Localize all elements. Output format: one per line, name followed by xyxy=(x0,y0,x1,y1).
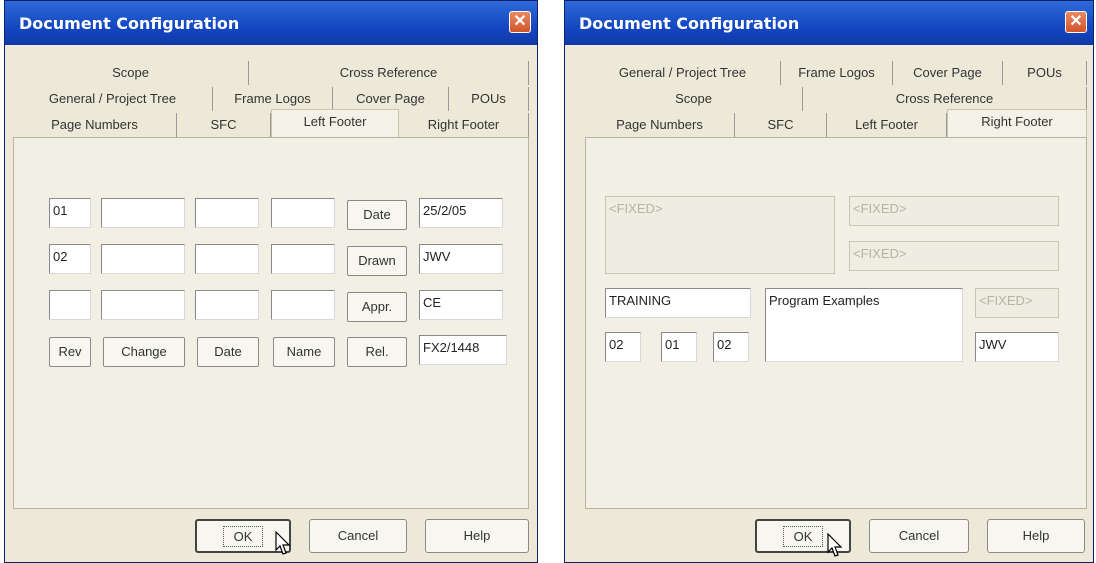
date-button[interactable]: Date xyxy=(347,200,407,230)
ok-label: OK xyxy=(782,526,824,547)
change-field-3[interactable] xyxy=(101,290,185,320)
dialog-title: Document Configuration xyxy=(579,14,800,33)
change-button[interactable]: Change xyxy=(103,337,185,367)
mouse-pointer-icon xyxy=(827,533,843,557)
change-field-1[interactable] xyxy=(101,198,185,228)
training-field[interactable]: TRAINING xyxy=(605,288,751,318)
name-field[interactable]: JWV xyxy=(975,332,1059,362)
tab-row-2: Scope Cross Reference xyxy=(565,87,1093,111)
help-button[interactable]: Help xyxy=(425,519,529,553)
ok-label: OK xyxy=(222,526,264,547)
fixed-field-mid-right: <FIXED> xyxy=(849,241,1059,271)
tab-cover-page[interactable]: Cover Page xyxy=(333,87,449,111)
tab-row-1: Scope Cross Reference xyxy=(5,61,537,85)
tab-pous[interactable]: POUs xyxy=(449,87,529,111)
tab-frame-logos[interactable]: Frame Logos xyxy=(781,61,893,85)
date-header-button[interactable]: Date xyxy=(197,337,259,367)
rev-field-1[interactable]: 01 xyxy=(49,198,91,228)
tab-pous[interactable]: POUs xyxy=(1003,61,1087,85)
right-dialog: Document Configuration ✕ General / Proje… xyxy=(564,0,1094,563)
title-bar[interactable]: Document Configuration ✕ xyxy=(5,1,537,45)
tab-row-3: Page Numbers SFC Left Footer Right Foote… xyxy=(5,109,537,137)
rev-field-3[interactable] xyxy=(49,290,91,320)
date-field-3[interactable] xyxy=(195,290,259,320)
name-field-1[interactable] xyxy=(271,198,335,228)
tab-sfc[interactable]: SFC xyxy=(177,113,271,137)
tab-left-footer[interactable]: Left Footer xyxy=(827,113,947,137)
mouse-pointer-icon xyxy=(275,531,291,555)
small-field-2[interactable]: 01 xyxy=(661,332,697,362)
tab-row-3: Page Numbers SFC Left Footer Right Foote… xyxy=(565,109,1093,137)
date-value-field[interactable]: 25/2/05 xyxy=(419,198,503,228)
change-field-2[interactable] xyxy=(101,244,185,274)
title-bar[interactable]: Document Configuration ✕ xyxy=(565,1,1093,45)
name-field-3[interactable] xyxy=(271,290,335,320)
tab-frame-logos[interactable]: Frame Logos xyxy=(213,87,333,111)
date-field-1[interactable] xyxy=(195,198,259,228)
rel-value-field[interactable]: FX2/1448 xyxy=(419,335,507,365)
appr-button[interactable]: Appr. xyxy=(347,292,407,322)
fixed-field-small: <FIXED> xyxy=(975,288,1059,318)
tab-scope[interactable]: Scope xyxy=(13,61,249,85)
left-footer-panel xyxy=(13,137,529,509)
program-field[interactable]: Program Examples xyxy=(765,288,963,362)
tab-right-footer[interactable]: Right Footer xyxy=(947,109,1087,137)
tab-row-1: General / Project Tree Frame Logos Cover… xyxy=(565,61,1093,85)
rel-button[interactable]: Rel. xyxy=(347,337,407,367)
cancel-button[interactable]: Cancel xyxy=(869,519,969,553)
small-field-1[interactable]: 02 xyxy=(605,332,641,362)
tab-cross-reference[interactable]: Cross Reference xyxy=(249,61,529,85)
tab-row-2: General / Project Tree Frame Logos Cover… xyxy=(5,87,537,111)
fixed-field-large: <FIXED> xyxy=(605,196,835,274)
tab-page-numbers[interactable]: Page Numbers xyxy=(13,113,177,137)
tab-page-numbers[interactable]: Page Numbers xyxy=(585,113,735,137)
tab-right-footer[interactable]: Right Footer xyxy=(399,113,529,137)
drawn-value-field[interactable]: JWV xyxy=(419,244,503,274)
date-field-2[interactable] xyxy=(195,244,259,274)
tab-general-project-tree[interactable]: General / Project Tree xyxy=(585,61,781,85)
dialog-title: Document Configuration xyxy=(19,14,240,33)
tab-scope[interactable]: Scope xyxy=(585,87,803,111)
cancel-button[interactable]: Cancel xyxy=(309,519,407,553)
tab-cross-reference[interactable]: Cross Reference xyxy=(803,87,1087,111)
close-icon[interactable]: ✕ xyxy=(1065,11,1087,33)
fixed-field-top-right: <FIXED> xyxy=(849,196,1059,226)
name-button[interactable]: Name xyxy=(273,337,335,367)
appr-value-field[interactable]: CE xyxy=(419,290,503,320)
tab-sfc[interactable]: SFC xyxy=(735,113,827,137)
rev-button[interactable]: Rev xyxy=(49,337,91,367)
tab-general-project-tree[interactable]: General / Project Tree xyxy=(13,87,213,111)
tab-left-footer[interactable]: Left Footer xyxy=(271,109,399,137)
left-dialog: Document Configuration ✕ Scope Cross Ref… xyxy=(4,0,538,563)
close-icon[interactable]: ✕ xyxy=(509,11,531,33)
help-button[interactable]: Help xyxy=(987,519,1085,553)
tab-cover-page[interactable]: Cover Page xyxy=(893,61,1003,85)
small-field-3[interactable]: 02 xyxy=(713,332,749,362)
rev-field-2[interactable]: 02 xyxy=(49,244,91,274)
drawn-button[interactable]: Drawn xyxy=(347,246,407,276)
name-field-2[interactable] xyxy=(271,244,335,274)
